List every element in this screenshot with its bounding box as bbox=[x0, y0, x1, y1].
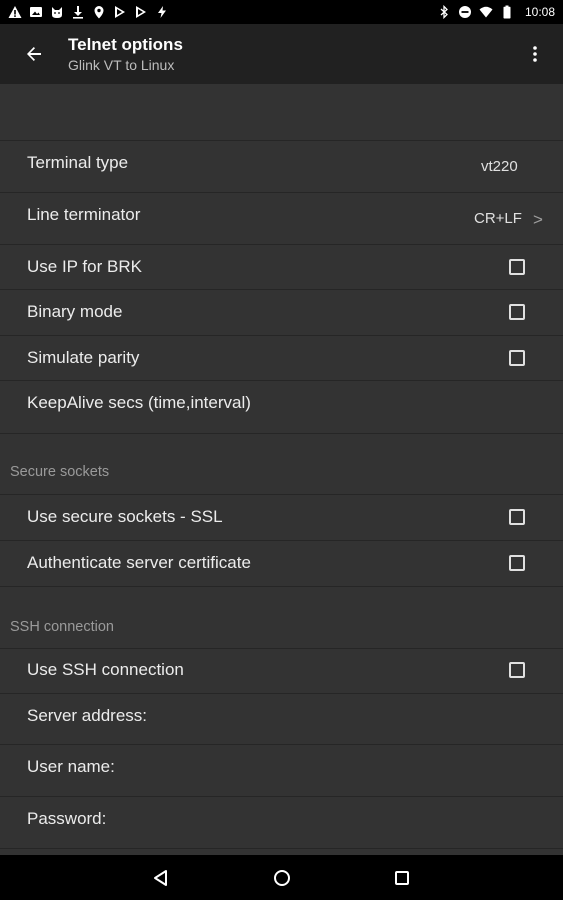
location-pin-icon bbox=[92, 5, 106, 19]
setting-line-terminator[interactable]: Line terminator CR+LF > bbox=[0, 193, 563, 245]
app-bar-titles: Telnet options Glink VT to Linux bbox=[68, 34, 507, 74]
nav-recents-icon bbox=[395, 870, 409, 885]
status-notifications bbox=[8, 5, 169, 19]
setting-binary-mode[interactable]: Binary mode bbox=[0, 290, 563, 336]
use-ip-brk-checkbox[interactable] bbox=[509, 259, 525, 275]
wifi-icon bbox=[479, 5, 493, 19]
setting-use-ip-brk[interactable]: Use IP for BRK bbox=[0, 245, 563, 290]
setting-label: Use IP for BRK bbox=[27, 257, 142, 276]
setting-label: Binary mode bbox=[27, 302, 123, 321]
setting-label: User name: bbox=[27, 757, 115, 776]
page-subtitle: Glink VT to Linux bbox=[68, 57, 175, 73]
setting-use-ssl[interactable]: Use secure sockets - SSL bbox=[0, 495, 563, 541]
setting-user-name[interactable]: User name: bbox=[0, 745, 563, 797]
download-icon bbox=[71, 5, 85, 19]
nav-recents-button[interactable] bbox=[372, 855, 432, 900]
status-system: 10:08 bbox=[437, 5, 555, 19]
arrow-back-icon bbox=[27, 47, 41, 61]
use-ssh-checkbox[interactable] bbox=[509, 662, 525, 678]
simulate-parity-checkbox[interactable] bbox=[509, 350, 525, 366]
back-button[interactable] bbox=[0, 24, 68, 84]
settings-list: Terminal type vt220 Line terminator CR+L… bbox=[0, 84, 563, 855]
setting-server-address[interactable]: Server address: bbox=[0, 694, 563, 745]
setting-simulate-parity[interactable]: Simulate parity bbox=[0, 336, 563, 381]
setting-terminal-type[interactable]: Terminal type vt220 bbox=[0, 141, 563, 193]
setting-label: Use SSH connection bbox=[27, 660, 184, 679]
setting-label: Terminal type bbox=[27, 153, 129, 172]
section-secure-sockets: Secure sockets bbox=[0, 434, 563, 495]
overflow-menu-button[interactable] bbox=[507, 24, 563, 84]
setting-value: vt220 bbox=[481, 158, 518, 175]
app-bar: Telnet options Glink VT to Linux bbox=[0, 24, 563, 84]
binary-mode-checkbox[interactable] bbox=[509, 304, 525, 320]
setting-use-ssh[interactable]: Use SSH connection bbox=[0, 649, 563, 694]
navigation-bar bbox=[0, 855, 563, 900]
cat-icon bbox=[50, 5, 64, 19]
setting-label: Simulate parity bbox=[27, 348, 140, 367]
setting-password[interactable]: Password: bbox=[0, 797, 563, 849]
setting-label: Server address: bbox=[27, 706, 147, 725]
section-header: SSH connection bbox=[10, 619, 114, 635]
do-not-disturb-icon bbox=[458, 5, 472, 19]
page-title: Telnet options bbox=[68, 35, 183, 54]
setting-label: KeepAlive secs (time,interval) bbox=[27, 393, 251, 412]
play-store-icon bbox=[134, 5, 148, 19]
bluetooth-icon bbox=[437, 5, 451, 19]
top-spacer bbox=[0, 84, 563, 141]
setting-auth-cert[interactable]: Authenticate server certificate bbox=[0, 541, 563, 587]
more-vert-icon bbox=[533, 46, 537, 62]
flash-icon bbox=[155, 5, 169, 19]
nav-back-icon bbox=[154, 869, 167, 886]
battery-icon bbox=[500, 5, 514, 19]
use-ssl-checkbox[interactable] bbox=[509, 509, 525, 525]
setting-keepalive[interactable]: KeepAlive secs (time,interval) bbox=[0, 381, 563, 434]
setting-label: Password: bbox=[27, 809, 107, 828]
play-store-icon bbox=[113, 5, 127, 19]
warning-icon bbox=[8, 5, 22, 19]
nav-back-button[interactable] bbox=[131, 855, 191, 900]
section-header: Secure sockets bbox=[10, 464, 110, 480]
setting-label: Authenticate server certificate bbox=[27, 553, 251, 572]
nav-home-icon bbox=[274, 869, 290, 886]
setting-value: CR+LF bbox=[474, 210, 522, 227]
status-clock: 10:08 bbox=[524, 5, 555, 19]
setting-label: Line terminator bbox=[27, 205, 141, 224]
setting-label: Use secure sockets - SSL bbox=[27, 507, 223, 526]
nav-home-button[interactable] bbox=[252, 855, 312, 900]
image-icon bbox=[29, 5, 43, 19]
status-bar: 10:08 bbox=[0, 0, 563, 24]
chevron-right-icon: > bbox=[533, 210, 543, 229]
section-ssh: SSH connection bbox=[0, 587, 563, 649]
auth-cert-checkbox[interactable] bbox=[509, 555, 525, 571]
